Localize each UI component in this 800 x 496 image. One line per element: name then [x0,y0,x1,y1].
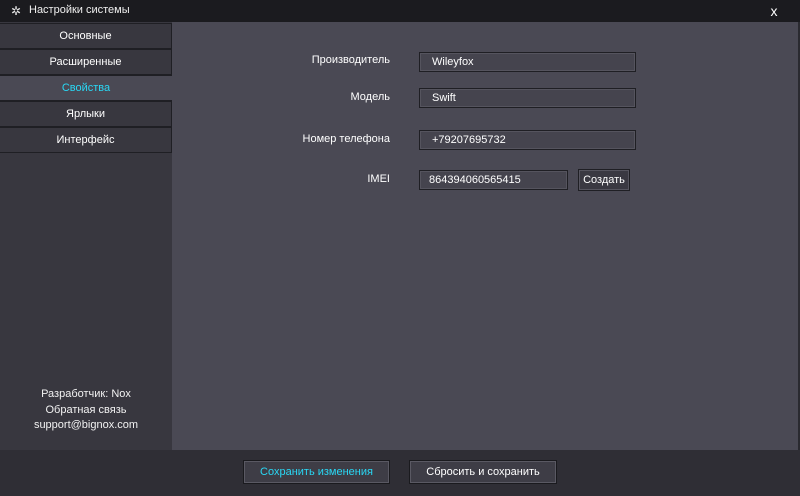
support-email: support@bignox.com [33,419,139,431]
generate-imei-button[interactable]: Создать [578,169,630,191]
save-button[interactable]: Сохранить изменения [243,460,390,484]
imei-field[interactable] [419,170,568,190]
model-field[interactable] [419,88,636,108]
title-bar: ✲ Настройки системы x [0,0,800,22]
footer-bar: Сохранить изменения Сбросить и сохранить [0,450,800,496]
close-button[interactable]: x [764,2,784,20]
sidebar-item-properties[interactable]: Свойства [0,75,172,101]
window-title: Настройки системы [29,4,130,16]
manufacturer-field[interactable] [419,52,636,72]
reset-and-save-button[interactable]: Сбросить и сохранить [409,460,557,484]
gear-icon: ✲ [10,4,22,18]
sidebar-item-interface[interactable]: Интерфейс [0,127,172,153]
manufacturer-label: Производитель [311,54,390,66]
properties-panel: Производитель Модель Номер телефона IMEI… [172,22,798,450]
sidebar-item-basic[interactable]: Основные [0,23,172,49]
developer-label: Разработчик: Nox [41,388,131,400]
sidebar: Основные Расширенные Свойства Ярлыки Инт… [0,22,172,450]
feedback-label: Обратная связь [45,404,127,416]
sidebar-item-advanced[interactable]: Расширенные [0,49,172,75]
imei-label: IMEI [367,173,390,185]
model-label: Модель [350,91,390,103]
phone-label: Номер телефона [302,133,390,145]
phone-field[interactable] [419,130,636,150]
sidebar-item-shortcuts[interactable]: Ярлыки [0,101,172,127]
